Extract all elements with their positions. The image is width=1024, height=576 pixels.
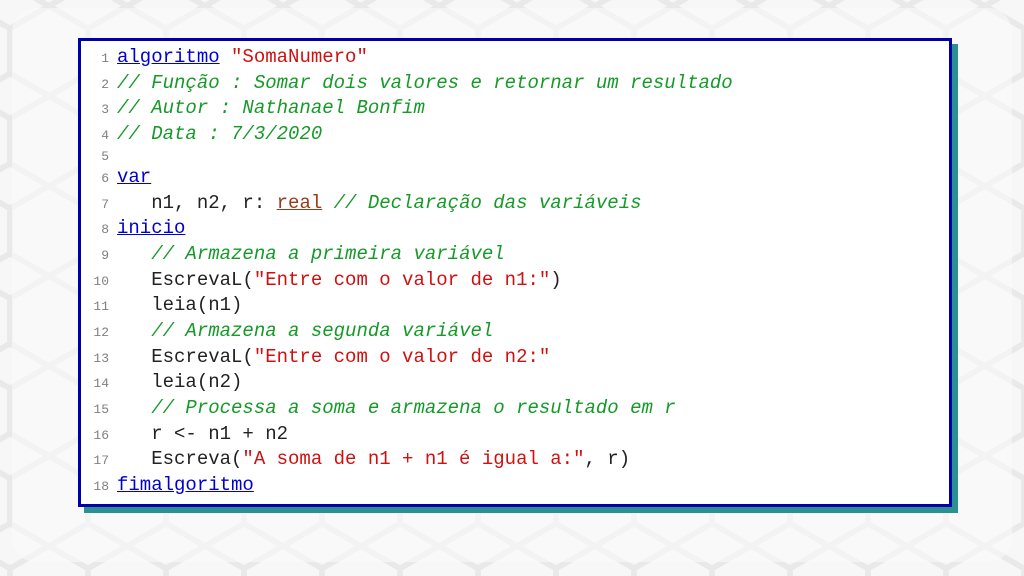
token-txt: leia(n2) bbox=[117, 371, 242, 393]
code-line: 5 bbox=[85, 148, 939, 166]
line-content: algoritmo "SomaNumero" bbox=[117, 45, 368, 71]
line-number: 15 bbox=[85, 401, 117, 419]
line-number: 11 bbox=[85, 298, 117, 316]
line-number: 5 bbox=[85, 148, 117, 166]
code-line: 16 r <- n1 + n2 bbox=[85, 422, 939, 448]
code-shadow-wrap: 1algoritmo "SomaNumero"2// Função : Soma… bbox=[78, 38, 952, 507]
code-line: 17 Escreva("A soma de n1 + n1 é igual a:… bbox=[85, 447, 939, 473]
code-line: 9 // Armazena a primeira variável bbox=[85, 242, 939, 268]
line-content: inicio bbox=[117, 216, 185, 242]
line-content: // Data : 7/3/2020 bbox=[117, 122, 322, 148]
token-txt: , r) bbox=[584, 448, 630, 470]
line-content: // Processa a soma e armazena o resultad… bbox=[117, 396, 676, 422]
line-number: 1 bbox=[85, 50, 117, 68]
line-number: 7 bbox=[85, 196, 117, 214]
line-content: EscrevaL("Entre com o valor de n2:" bbox=[117, 345, 550, 371]
code-line: 10 EscrevaL("Entre com o valor de n1:") bbox=[85, 268, 939, 294]
token-type: real bbox=[277, 192, 323, 214]
token-kw: fimalgoritmo bbox=[117, 474, 254, 496]
line-number: 8 bbox=[85, 221, 117, 239]
code-line: 12 // Armazena a segunda variável bbox=[85, 319, 939, 345]
line-number: 9 bbox=[85, 247, 117, 265]
token-txt bbox=[322, 192, 333, 214]
code-line: 1algoritmo "SomaNumero" bbox=[85, 45, 939, 71]
line-content: Escreva("A soma de n1 + n1 é igual a:", … bbox=[117, 447, 630, 473]
line-content: n1, n2, r: real // Declaração das variáv… bbox=[117, 191, 642, 217]
token-txt: r <- n1 + n2 bbox=[117, 423, 288, 445]
token-cmt: // Data : 7/3/2020 bbox=[117, 123, 322, 145]
token-txt: n1, n2, r: bbox=[117, 192, 277, 214]
line-content: EscrevaL("Entre com o valor de n1:") bbox=[117, 268, 562, 294]
token-txt bbox=[220, 46, 231, 68]
line-content: fimalgoritmo bbox=[117, 473, 254, 499]
line-number: 13 bbox=[85, 350, 117, 368]
code-line: 11 leia(n1) bbox=[85, 293, 939, 319]
code-line: 6var bbox=[85, 165, 939, 191]
token-str: "Entre com o valor de n1:" bbox=[254, 269, 550, 291]
token-cmt: // Função : Somar dois valores e retorna… bbox=[117, 72, 733, 94]
line-number: 4 bbox=[85, 127, 117, 145]
line-number: 2 bbox=[85, 76, 117, 94]
token-txt: Escreva( bbox=[117, 448, 242, 470]
code-line: 15 // Processa a soma e armazena o resul… bbox=[85, 396, 939, 422]
code-editor: 1algoritmo "SomaNumero"2// Função : Soma… bbox=[78, 38, 952, 507]
line-content: leia(n1) bbox=[117, 293, 242, 319]
token-cmt: // Armazena a primeira variável bbox=[151, 243, 504, 265]
line-content: // Autor : Nathanael Bonfim bbox=[117, 96, 425, 122]
token-txt bbox=[117, 243, 151, 265]
line-content: r <- n1 + n2 bbox=[117, 422, 288, 448]
token-kw: algoritmo bbox=[117, 46, 220, 68]
token-str: "Entre com o valor de n2:" bbox=[254, 346, 550, 368]
token-txt: EscrevaL( bbox=[117, 346, 254, 368]
token-txt: EscrevaL( bbox=[117, 269, 254, 291]
code-line: 2// Função : Somar dois valores e retorn… bbox=[85, 71, 939, 97]
line-number: 18 bbox=[85, 478, 117, 496]
line-content: var bbox=[117, 165, 151, 191]
line-number: 17 bbox=[85, 452, 117, 470]
card: 1algoritmo "SomaNumero"2// Função : Soma… bbox=[12, 8, 1012, 562]
code-line: 14 leia(n2) bbox=[85, 370, 939, 396]
line-number: 10 bbox=[85, 273, 117, 291]
token-kw: inicio bbox=[117, 217, 185, 239]
code-line: 7 n1, n2, r: real // Declaração das vari… bbox=[85, 191, 939, 217]
token-str: "A soma de n1 + n1 é igual a:" bbox=[242, 448, 584, 470]
token-txt: leia(n1) bbox=[117, 294, 242, 316]
token-str: "SomaNumero" bbox=[231, 46, 368, 68]
line-number: 3 bbox=[85, 101, 117, 119]
code-line: 13 EscrevaL("Entre com o valor de n2:" bbox=[85, 345, 939, 371]
token-txt bbox=[117, 397, 151, 419]
line-content: leia(n2) bbox=[117, 370, 242, 396]
line-number: 12 bbox=[85, 324, 117, 342]
line-content: // Armazena a segunda variável bbox=[117, 319, 493, 345]
line-number: 6 bbox=[85, 170, 117, 188]
token-cmt: // Autor : Nathanael Bonfim bbox=[117, 97, 425, 119]
line-number: 14 bbox=[85, 375, 117, 393]
code-line: 8inicio bbox=[85, 216, 939, 242]
line-content: // Função : Somar dois valores e retorna… bbox=[117, 71, 733, 97]
token-txt bbox=[117, 320, 151, 342]
line-number: 16 bbox=[85, 427, 117, 445]
token-txt: ) bbox=[550, 269, 561, 291]
code-line: 18fimalgoritmo bbox=[85, 473, 939, 499]
code-line: 3// Autor : Nathanael Bonfim bbox=[85, 96, 939, 122]
token-cmt: // Processa a soma e armazena o resultad… bbox=[151, 397, 676, 419]
token-cmt: // Armazena a segunda variável bbox=[151, 320, 493, 342]
token-kw: var bbox=[117, 166, 151, 188]
code-line: 4// Data : 7/3/2020 bbox=[85, 122, 939, 148]
line-content: // Armazena a primeira variável bbox=[117, 242, 505, 268]
token-cmt: // Declaração das variáveis bbox=[334, 192, 642, 214]
